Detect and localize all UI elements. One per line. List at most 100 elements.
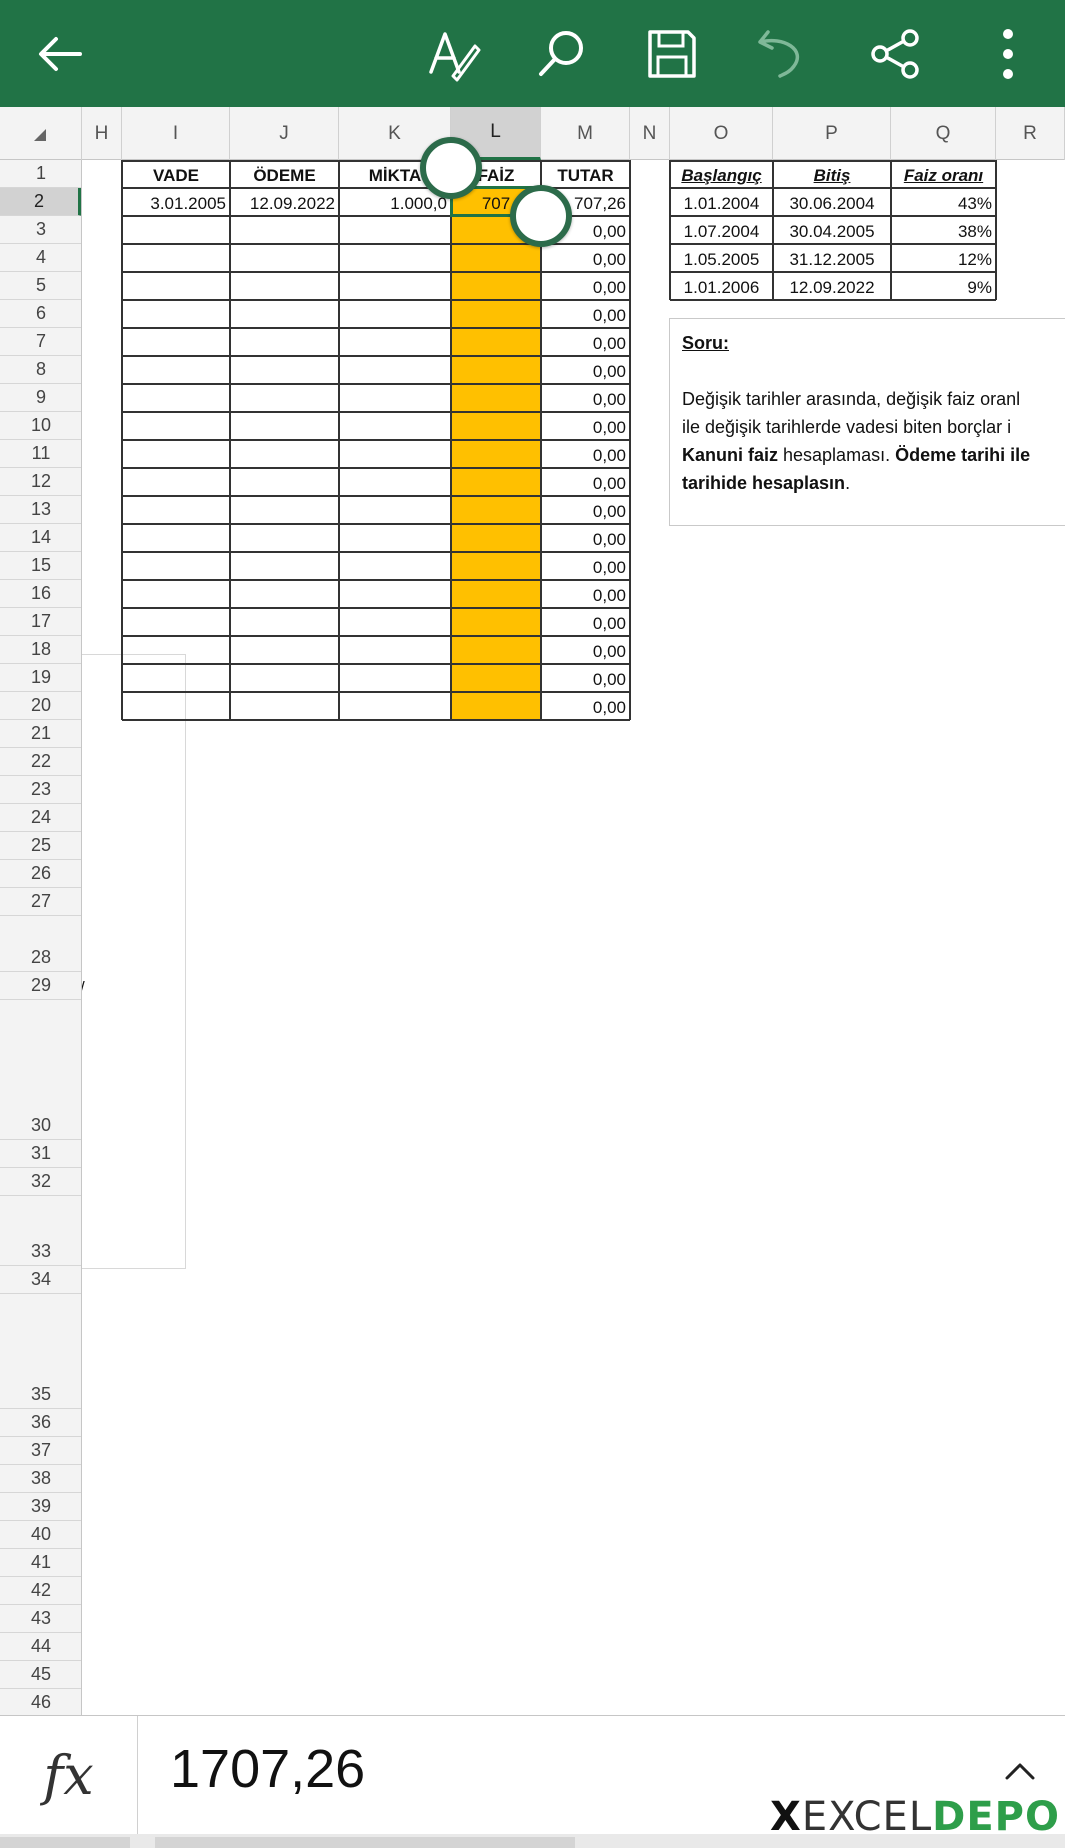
row-header-18[interactable]: 18 bbox=[0, 636, 81, 664]
table-header-vade[interactable]: VADE bbox=[122, 160, 230, 188]
column-header-q[interactable]: Q bbox=[891, 107, 996, 160]
formula-value[interactable]: 1707,26 bbox=[170, 1738, 365, 1800]
row-header-13[interactable]: 13 bbox=[0, 496, 81, 524]
rates-header-baslangic[interactable]: Başlangıç bbox=[670, 160, 773, 188]
cell-tutar-empty[interactable]: 0,00 bbox=[541, 580, 630, 608]
row-header-36[interactable]: 36 bbox=[0, 1409, 81, 1437]
rates-percent[interactable]: 12% bbox=[891, 244, 996, 272]
column-header-j[interactable]: J bbox=[230, 107, 339, 160]
row-header-16[interactable]: 16 bbox=[0, 580, 81, 608]
row-header-19[interactable]: 19 bbox=[0, 664, 81, 692]
cell-tutar-empty[interactable]: 0,00 bbox=[541, 608, 630, 636]
share-button[interactable] bbox=[856, 14, 936, 94]
row-header-44[interactable]: 44 bbox=[0, 1633, 81, 1661]
row-header-3[interactable]: 3 bbox=[0, 216, 81, 244]
rates-start-date[interactable]: 1.05.2005 bbox=[670, 244, 773, 272]
rates-end-date[interactable]: 12.09.2022 bbox=[773, 272, 891, 300]
row-header-4[interactable]: 4 bbox=[0, 244, 81, 272]
cell-tutar-empty[interactable]: 0,00 bbox=[541, 412, 630, 440]
column-header-n[interactable]: N bbox=[630, 107, 670, 160]
cell-tutar-empty[interactable]: 0,00 bbox=[541, 636, 630, 664]
table-header-tutar[interactable]: TUTAR bbox=[541, 160, 630, 188]
question-textbox[interactable]: Soru: Değişik tarihler arasında, değişik… bbox=[669, 318, 1065, 526]
row-header-42[interactable]: 42 bbox=[0, 1577, 81, 1605]
rates-header-faiz-orani[interactable]: Faiz oranı bbox=[891, 160, 996, 188]
cell-tutar-empty[interactable]: 0,00 bbox=[541, 384, 630, 412]
cell-tutar-empty[interactable]: 0,00 bbox=[541, 524, 630, 552]
column-header-h[interactable]: H bbox=[82, 107, 122, 160]
column-header-m[interactable]: M bbox=[541, 107, 630, 160]
cell-odeme[interactable]: 12.09.2022 bbox=[230, 188, 339, 216]
more-options-button[interactable] bbox=[968, 14, 1048, 94]
row-header-33[interactable]: 33 bbox=[0, 1196, 81, 1266]
undo-button[interactable] bbox=[742, 14, 822, 94]
cell-tutar-empty[interactable]: 0,00 bbox=[541, 300, 630, 328]
column-header-r[interactable]: R bbox=[996, 107, 1065, 160]
column-header-i[interactable]: I bbox=[122, 107, 230, 160]
rates-percent[interactable]: 9% bbox=[891, 272, 996, 300]
row-header-21[interactable]: 21 bbox=[0, 720, 81, 748]
cell-tutar-empty[interactable]: 0,00 bbox=[541, 440, 630, 468]
row-header-11[interactable]: 11 bbox=[0, 440, 81, 468]
row-header-8[interactable]: 8 bbox=[0, 356, 81, 384]
rates-header-bitis[interactable]: Bitiş bbox=[773, 160, 891, 188]
cell-tutar-empty[interactable]: 0,00 bbox=[541, 244, 630, 272]
cell-tutar-empty[interactable]: 0,00 bbox=[541, 468, 630, 496]
expand-formula-button[interactable] bbox=[995, 1746, 1045, 1796]
row-header-17[interactable]: 17 bbox=[0, 608, 81, 636]
row-header-9[interactable]: 9 bbox=[0, 384, 81, 412]
rates-start-date[interactable]: 1.07.2004 bbox=[670, 216, 773, 244]
cell-vade[interactable]: 3.01.2005 bbox=[122, 188, 230, 216]
rates-end-date[interactable]: 30.04.2005 bbox=[773, 216, 891, 244]
cell-tutar-empty[interactable]: 0,00 bbox=[541, 496, 630, 524]
rates-end-date[interactable]: 30.06.2004 bbox=[773, 188, 891, 216]
row-header-39[interactable]: 39 bbox=[0, 1493, 81, 1521]
column-header-p[interactable]: P bbox=[773, 107, 891, 160]
sheet-grid[interactable]: / Soru: Değişik tarihler arasında, değiş… bbox=[82, 160, 1065, 1715]
row-header-38[interactable]: 38 bbox=[0, 1465, 81, 1493]
row-header-46[interactable]: 46 bbox=[0, 1689, 81, 1715]
rates-percent[interactable]: 38% bbox=[891, 216, 996, 244]
row-header-41[interactable]: 41 bbox=[0, 1549, 81, 1577]
rates-percent[interactable]: 43% bbox=[891, 188, 996, 216]
row-header-14[interactable]: 14 bbox=[0, 524, 81, 552]
cell-tutar-empty[interactable]: 0,00 bbox=[541, 356, 630, 384]
row-header-20[interactable]: 20 bbox=[0, 692, 81, 720]
row-header-22[interactable]: 22 bbox=[0, 748, 81, 776]
row-header-24[interactable]: 24 bbox=[0, 804, 81, 832]
row-header-5[interactable]: 5 bbox=[0, 272, 81, 300]
row-header-37[interactable]: 37 bbox=[0, 1437, 81, 1465]
row-header-29[interactable]: 29 bbox=[0, 972, 81, 1000]
rates-end-date[interactable]: 31.12.2005 bbox=[773, 244, 891, 272]
row-header-31[interactable]: 31 bbox=[0, 1140, 81, 1168]
cell-tutar-empty[interactable]: 0,00 bbox=[541, 692, 630, 720]
row-header-34[interactable]: 34 bbox=[0, 1266, 81, 1294]
selection-handle-end[interactable] bbox=[510, 185, 572, 247]
row-header-35[interactable]: 35 bbox=[0, 1294, 81, 1409]
row-header-2[interactable]: 2 bbox=[0, 188, 81, 216]
cell-tutar-empty[interactable]: 0,00 bbox=[541, 552, 630, 580]
row-header-25[interactable]: 25 bbox=[0, 832, 81, 860]
table-header-odeme[interactable]: ÖDEME bbox=[230, 160, 339, 188]
back-button[interactable] bbox=[20, 14, 100, 94]
cell-tutar-empty[interactable]: 0,00 bbox=[541, 664, 630, 692]
row-header-40[interactable]: 40 bbox=[0, 1521, 81, 1549]
fx-label[interactable]: fx bbox=[0, 1716, 138, 1834]
row-header-6[interactable]: 6 bbox=[0, 300, 81, 328]
selection-handle-start[interactable] bbox=[420, 137, 482, 199]
row-header-30[interactable]: 30 bbox=[0, 1000, 81, 1140]
save-button[interactable] bbox=[632, 14, 712, 94]
cell-tutar-empty[interactable]: 0,00 bbox=[541, 272, 630, 300]
cell-tutar-empty[interactable]: 0,00 bbox=[541, 328, 630, 356]
row-header-1[interactable]: 1 bbox=[0, 160, 81, 188]
column-header-o[interactable]: O bbox=[670, 107, 773, 160]
row-header-28[interactable]: 28 bbox=[0, 916, 81, 972]
search-button[interactable] bbox=[522, 14, 602, 94]
select-all-corner[interactable] bbox=[0, 107, 82, 160]
rates-start-date[interactable]: 1.01.2004 bbox=[670, 188, 773, 216]
row-header-12[interactable]: 12 bbox=[0, 468, 81, 496]
row-header-7[interactable]: 7 bbox=[0, 328, 81, 356]
row-header-43[interactable]: 43 bbox=[0, 1605, 81, 1633]
rates-start-date[interactable]: 1.01.2006 bbox=[670, 272, 773, 300]
draw-button[interactable] bbox=[413, 14, 493, 94]
